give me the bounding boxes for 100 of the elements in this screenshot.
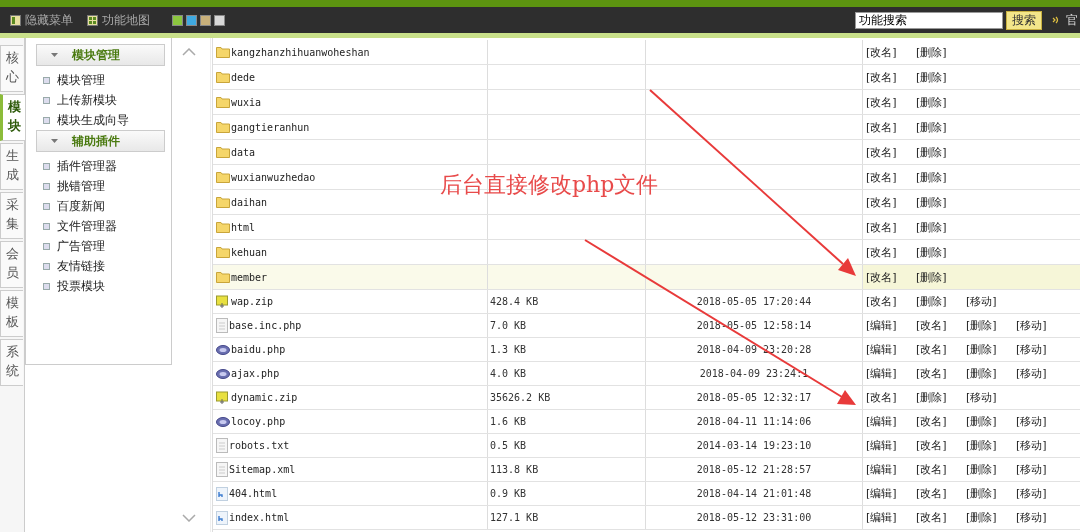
- action-link[interactable]: [移动]: [1016, 318, 1054, 333]
- action-link[interactable]: [删除]: [916, 144, 954, 160]
- file-name[interactable]: kehuan: [231, 246, 268, 258]
- action-link[interactable]: [移动]: [1016, 342, 1054, 357]
- action-link[interactable]: [移动]: [1016, 462, 1054, 477]
- file-name[interactable]: dede: [231, 71, 256, 83]
- action-link[interactable]: [改名]: [916, 462, 954, 477]
- side-tab[interactable]: 模块: [0, 94, 25, 141]
- side-tab[interactable]: 生成: [0, 143, 23, 190]
- action-link[interactable]: [移动]: [1016, 438, 1054, 453]
- menu-item[interactable]: 模块生成向导: [57, 111, 129, 129]
- file-name[interactable]: daihan: [231, 196, 268, 208]
- search-field[interactable]: 功能搜索: [855, 11, 1003, 29]
- toolbar-link[interactable]: 功能地图: [87, 11, 150, 29]
- file-name[interactable]: html: [231, 221, 256, 233]
- action-link[interactable]: [删除]: [966, 342, 1004, 357]
- action-link[interactable]: [删除]: [916, 69, 954, 85]
- action-link[interactable]: [改名]: [866, 169, 904, 185]
- file-name[interactable]: base.inc.php: [229, 320, 302, 331]
- search-button[interactable]: 搜索: [1006, 10, 1042, 30]
- action-link[interactable]: [改名]: [866, 144, 904, 160]
- action-link[interactable]: [删除]: [916, 119, 954, 135]
- menu-item[interactable]: 投票模块: [57, 277, 105, 295]
- menu-item[interactable]: 广告管理: [57, 237, 105, 255]
- action-link[interactable]: [删除]: [966, 486, 1004, 501]
- action-link[interactable]: [移动]: [966, 294, 1004, 309]
- action-link[interactable]: [删除]: [916, 219, 954, 235]
- action-link[interactable]: [改名]: [916, 438, 954, 453]
- action-link[interactable]: [删除]: [916, 94, 954, 110]
- action-link[interactable]: [改名]: [916, 486, 954, 501]
- file-name[interactable]: gangtieranhun: [231, 121, 310, 133]
- action-link[interactable]: [移动]: [1016, 510, 1054, 525]
- skin-swatch[interactable]: [200, 14, 211, 26]
- file-name[interactable]: index.html: [229, 512, 290, 523]
- skin-swatch[interactable]: [214, 14, 225, 26]
- skin-swatch[interactable]: [186, 14, 197, 26]
- action-link[interactable]: [删除]: [916, 44, 954, 60]
- action-link[interactable]: [改名]: [866, 194, 904, 210]
- action-link[interactable]: [改名]: [916, 414, 954, 429]
- action-link[interactable]: [删除]: [916, 294, 954, 309]
- file-name[interactable]: baidu.php: [231, 344, 286, 355]
- action-link[interactable]: [改名]: [916, 342, 954, 357]
- action-link[interactable]: [移动]: [966, 390, 1004, 405]
- action-link[interactable]: [删除]: [966, 318, 1004, 333]
- side-tab[interactable]: 系统: [0, 339, 23, 386]
- side-tab[interactable]: 会员: [0, 241, 23, 288]
- action-link[interactable]: [改名]: [916, 318, 954, 333]
- action-link[interactable]: [编辑]: [866, 414, 904, 429]
- file-name[interactable]: member: [231, 271, 268, 283]
- action-link[interactable]: [改名]: [866, 94, 904, 110]
- action-link[interactable]: [删除]: [966, 438, 1004, 453]
- action-link[interactable]: [改名]: [866, 219, 904, 235]
- action-link[interactable]: [编辑]: [866, 486, 904, 501]
- action-link[interactable]: [编辑]: [866, 342, 904, 357]
- menu-item[interactable]: 上传新模块: [57, 91, 117, 109]
- menu-section-header[interactable]: 模块管理: [36, 44, 165, 66]
- action-link[interactable]: [删除]: [966, 510, 1004, 525]
- action-link[interactable]: [改名]: [866, 390, 904, 405]
- action-link[interactable]: [删除]: [966, 462, 1004, 477]
- action-link[interactable]: [删除]: [916, 244, 954, 260]
- action-link[interactable]: [编辑]: [866, 366, 904, 381]
- file-name[interactable]: ajax.php: [231, 368, 280, 379]
- action-link[interactable]: [移动]: [1016, 414, 1054, 429]
- file-name[interactable]: wuxianwuzhedao: [231, 171, 316, 183]
- menu-item[interactable]: 友情链接: [57, 257, 105, 275]
- menu-item[interactable]: 挑错管理: [57, 177, 105, 195]
- skin-swatch[interactable]: [172, 14, 183, 26]
- action-link[interactable]: [删除]: [916, 169, 954, 185]
- side-tab[interactable]: 采集: [0, 192, 23, 239]
- file-name[interactable]: Sitemap.xml: [229, 464, 296, 475]
- menu-item[interactable]: 模块管理: [57, 71, 105, 89]
- action-link[interactable]: [改名]: [866, 244, 904, 260]
- action-link[interactable]: [改名]: [916, 366, 954, 381]
- toolbar-link[interactable]: 隐藏菜单: [10, 11, 73, 29]
- file-name[interactable]: kangzhanzhihuanwoheshan: [231, 46, 370, 58]
- file-name[interactable]: data: [231, 146, 256, 158]
- action-link[interactable]: [编辑]: [866, 438, 904, 453]
- action-link[interactable]: [改名]: [866, 44, 904, 60]
- action-link[interactable]: [删除]: [916, 390, 954, 405]
- file-name[interactable]: robots.txt: [229, 440, 290, 451]
- action-link[interactable]: [改名]: [916, 510, 954, 525]
- action-link[interactable]: [改名]: [866, 269, 904, 285]
- file-name[interactable]: wap.zip: [231, 296, 274, 307]
- menu-section-header[interactable]: 辅助插件: [36, 130, 165, 152]
- action-link[interactable]: [删除]: [916, 269, 954, 285]
- action-link[interactable]: [编辑]: [866, 462, 904, 477]
- action-link[interactable]: [移动]: [1016, 366, 1054, 381]
- highlighted-row[interactable]: member [改名] [删除]: [213, 265, 1080, 290]
- file-name[interactable]: dynamic.zip: [231, 392, 298, 403]
- menu-item[interactable]: 插件管理器: [57, 157, 117, 175]
- action-link[interactable]: [编辑]: [866, 318, 904, 333]
- file-name[interactable]: wuxia: [231, 96, 262, 108]
- action-link[interactable]: [删除]: [916, 194, 954, 210]
- file-name[interactable]: locoy.php: [231, 416, 286, 427]
- action-link[interactable]: [删除]: [966, 366, 1004, 381]
- action-link[interactable]: [编辑]: [866, 510, 904, 525]
- action-link[interactable]: [移动]: [1016, 486, 1054, 501]
- action-link[interactable]: [改名]: [866, 69, 904, 85]
- action-link[interactable]: [改名]: [866, 119, 904, 135]
- action-link[interactable]: [改名]: [866, 294, 904, 309]
